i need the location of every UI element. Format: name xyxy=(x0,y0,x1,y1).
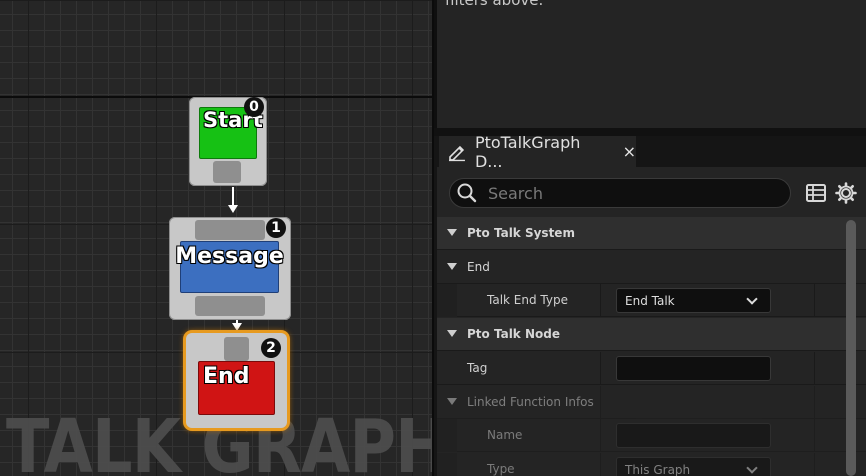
graph-canvas[interactable]: TALK GRAPH Start 0 Message 1 End 2 xyxy=(0,0,433,476)
search-input[interactable] xyxy=(488,183,778,203)
tab-bar: PtoTalkGraph D... × xyxy=(437,133,866,171)
chevron-down-icon[interactable] xyxy=(447,263,457,270)
category-label: Pto Talk Node xyxy=(467,327,560,341)
node-index-badge: 2 xyxy=(261,338,281,358)
output-pin[interactable] xyxy=(213,161,241,183)
column-divider xyxy=(814,453,815,476)
chevron-down-icon[interactable] xyxy=(447,398,457,405)
edge-arrow-icon xyxy=(228,205,238,213)
pencil-icon xyxy=(448,145,465,161)
node-index-badge: 1 xyxy=(266,218,286,238)
gear-icon[interactable] xyxy=(835,182,857,204)
node-title: End xyxy=(198,361,275,415)
type-dropdown[interactable]: This Graph xyxy=(616,457,771,476)
input-pin[interactable] xyxy=(195,220,265,240)
category-pto-talk-system[interactable]: Pto Talk System xyxy=(437,217,866,250)
column-divider xyxy=(814,284,815,317)
category-label: Pto Talk System xyxy=(467,226,575,240)
name-input[interactable] xyxy=(616,423,771,448)
search-row xyxy=(437,167,866,217)
property-type: Type This Graph xyxy=(437,453,866,476)
chevron-down-icon[interactable] xyxy=(447,229,457,236)
tag-input[interactable] xyxy=(616,356,771,381)
property-label: Talk End Type xyxy=(487,293,568,307)
column-divider xyxy=(600,453,601,476)
property-tag: Tag xyxy=(437,352,866,385)
chevron-down-icon xyxy=(746,293,758,305)
column-divider xyxy=(814,352,815,385)
column-divider xyxy=(814,386,815,419)
input-pin[interactable] xyxy=(224,337,249,361)
subcategory-label: End xyxy=(467,260,490,274)
chevron-down-icon xyxy=(746,462,758,474)
output-pin[interactable] xyxy=(195,296,265,316)
subcategory-end[interactable]: End xyxy=(437,251,866,284)
property-name: Name xyxy=(437,419,866,452)
indent-bar xyxy=(437,453,457,476)
property-label: Linked Function Infos xyxy=(467,395,594,409)
dropdown-value: This Graph xyxy=(625,462,691,476)
node-title: Message xyxy=(175,241,284,293)
indent-bar xyxy=(437,419,457,452)
panel-hint-text: filters above. xyxy=(445,0,544,9)
property-linked-function-infos[interactable]: Linked Function Infos xyxy=(437,386,866,419)
node-message[interactable]: Message 1 xyxy=(169,217,291,320)
edge-start-message xyxy=(232,187,234,206)
column-divider xyxy=(600,386,601,419)
search-icon xyxy=(457,183,477,203)
node-end[interactable]: End 2 xyxy=(186,333,287,428)
column-divider xyxy=(600,419,601,452)
dropdown-value: End Talk xyxy=(625,293,675,308)
property-label: Type xyxy=(487,462,515,476)
grid-line xyxy=(0,0,433,1)
node-index-badge: 0 xyxy=(244,97,264,117)
editor-window: { "graph": { "watermark": "TALK GRAPH", … xyxy=(0,0,866,476)
column-divider[interactable] xyxy=(600,352,601,385)
property-talk-end-type: Talk End Type End Talk xyxy=(437,284,866,317)
talk-end-type-dropdown[interactable]: End Talk xyxy=(616,288,771,313)
details-panel: PtoTalkGraph D... × Search Pto Talk Syst… xyxy=(437,133,866,476)
details-scrollbar[interactable] xyxy=(846,220,856,476)
tab-label: PtoTalkGraph D... xyxy=(474,132,581,171)
chevron-down-icon[interactable] xyxy=(447,330,457,337)
search-box[interactable] xyxy=(449,178,791,208)
indent-bar xyxy=(437,284,457,317)
property-label: Name xyxy=(487,428,523,442)
column-divider[interactable] xyxy=(600,284,601,317)
table-view-icon[interactable] xyxy=(805,182,827,204)
tab-details[interactable]: PtoTalkGraph D... × xyxy=(439,133,636,171)
column-divider xyxy=(814,419,815,452)
node-start[interactable]: Start 0 xyxy=(189,97,267,186)
palette-panel: filters above. xyxy=(434,0,866,128)
close-icon[interactable]: × xyxy=(623,142,636,161)
property-label: Tag xyxy=(467,361,488,375)
category-pto-talk-node[interactable]: Pto Talk Node xyxy=(437,318,866,351)
edge-arrow-icon xyxy=(232,323,242,331)
